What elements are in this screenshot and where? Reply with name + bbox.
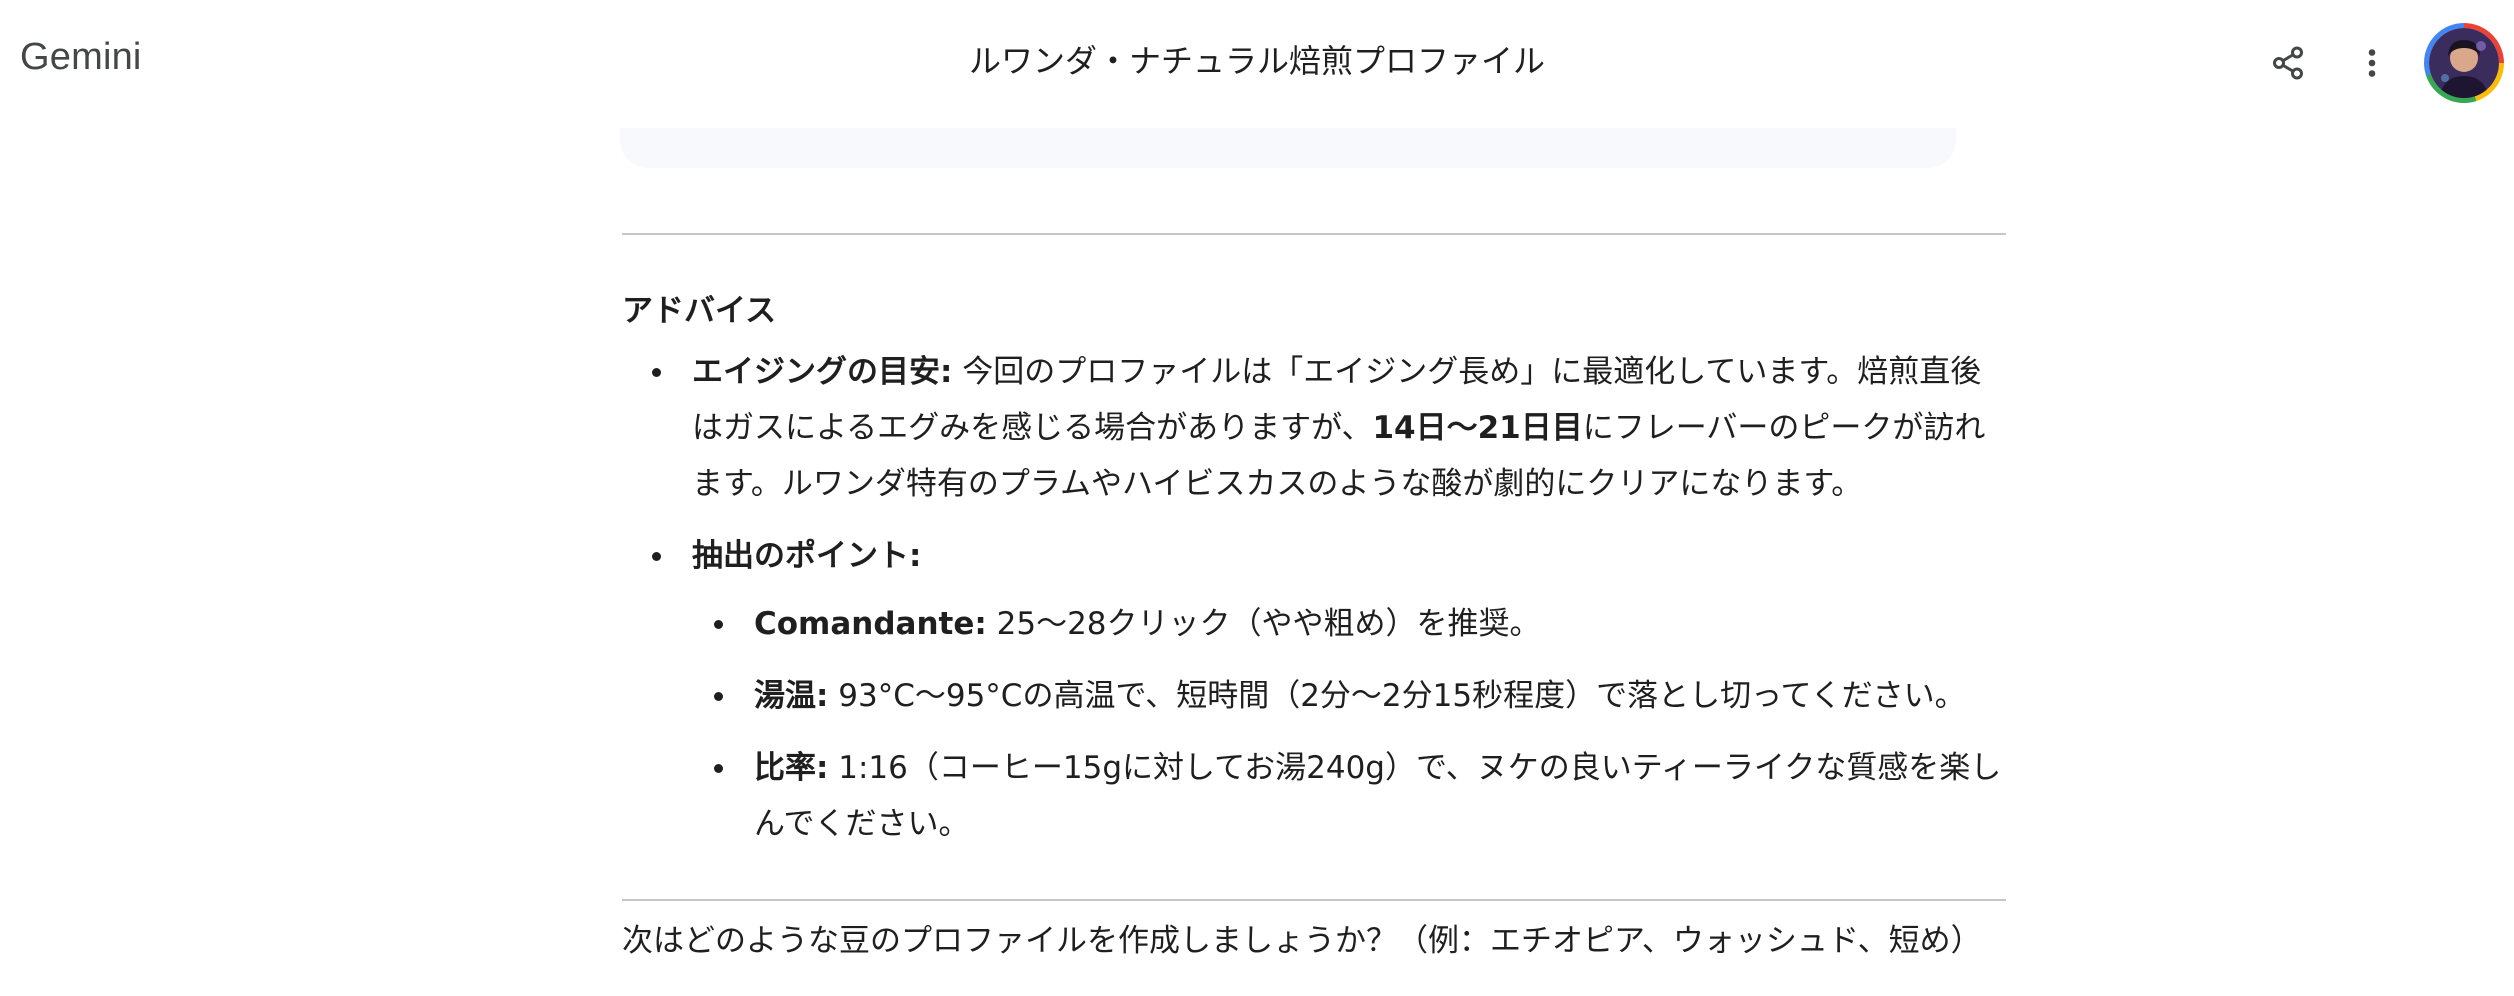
- sub-item-grinder: Comandante: 25〜28クリック（やや粗め）を推奨。: [692, 596, 2006, 652]
- sub-item-temperature: 湯温: 93°C〜95°Cの高温で、短時間（2分〜2分15秒程度）で落とし切って…: [692, 668, 2006, 724]
- grinder-label: Comandante:: [754, 606, 987, 642]
- share-button[interactable]: [2248, 23, 2328, 103]
- divider-top: [622, 233, 2006, 235]
- temperature-text: 93°C〜95°Cの高温で、短時間（2分〜2分15秒程度）で落とし切ってください…: [828, 678, 1966, 714]
- extraction-sublist: Comandante: 25〜28クリック（やや粗め）を推奨。 湯温: 93°C…: [692, 596, 2006, 852]
- extraction-label: 抽出のポイント:: [692, 538, 922, 574]
- grinder-text: 25〜28クリック（やや粗め）を推奨。: [986, 606, 1541, 642]
- avatar: [2429, 28, 2499, 98]
- list-item-extraction: 抽出のポイント: Comandante: 25〜28クリック（やや粗め）を推奨。…: [622, 528, 2006, 852]
- temperature-label: 湯温:: [754, 678, 829, 714]
- account-avatar-button[interactable]: [2424, 23, 2504, 103]
- more-vert-icon: [2368, 49, 2376, 77]
- conversation-title[interactable]: ルワンダ・ナチュラル焙煎プロファイル: [0, 36, 2514, 82]
- section-heading: アドバイス: [622, 293, 777, 329]
- ratio-text: 1:16（コーヒー15gに対してお湯240g）で、ヌケの良いティーライクな質感を…: [754, 750, 2002, 842]
- aging-emphasis: 14日〜21日目: [1372, 410, 1583, 446]
- share-icon: [2273, 46, 2303, 80]
- ratio-label: 比率:: [754, 750, 829, 786]
- top-bar: Gemini ルワンダ・ナチュラル焙煎プロファイル: [0, 0, 2514, 128]
- aging-label: エイジングの目安:: [692, 354, 953, 390]
- divider-bottom: [622, 899, 2006, 901]
- advice-list: エイジングの目安: 今回のプロファイルは「エイジング長め」に最適化しています。焙…: [622, 344, 2006, 852]
- more-options-button[interactable]: [2332, 23, 2412, 103]
- user-avatar-icon: [2429, 28, 2499, 98]
- list-item-aging: エイジングの目安: 今回のプロファイルは「エイジング長め」に最適化しています。焙…: [622, 344, 2006, 512]
- top-actions: [2248, 20, 2504, 106]
- previous-content-card: [620, 128, 1956, 168]
- closing-question: 次はどのような豆のプロファイルを作成しましょうか？（例：エチオピア、ウォッシュド…: [622, 923, 1982, 959]
- sub-item-ratio: 比率: 1:16（コーヒー15gに対してお湯240g）で、ヌケの良いティーライク…: [692, 740, 2006, 852]
- response-content: アドバイス エイジングの目安: 今回のプロファイルは「エイジング長め」に最適化し…: [622, 288, 2006, 868]
